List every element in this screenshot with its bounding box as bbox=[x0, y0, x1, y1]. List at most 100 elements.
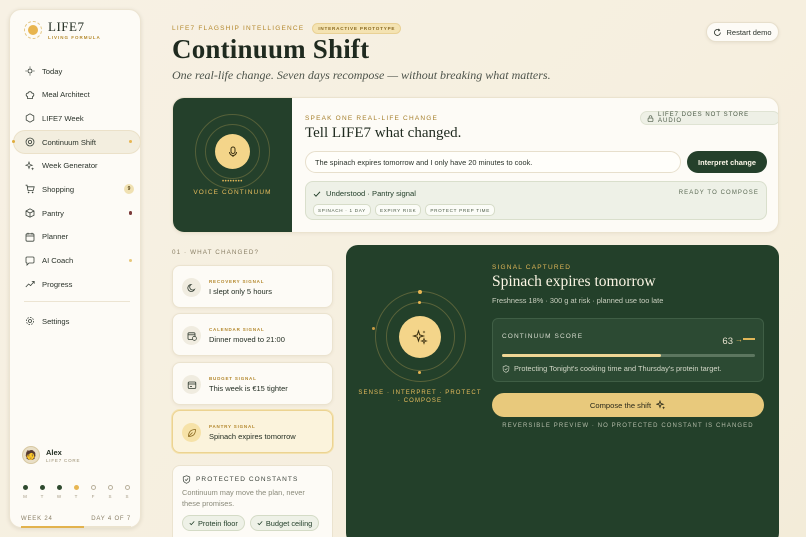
day-of-week: DAY 4 OF 7 bbox=[91, 516, 131, 522]
gear-icon bbox=[25, 316, 35, 326]
sidebar-item-label: AI Coach bbox=[42, 256, 74, 265]
constants-heading: PROTECTED CONSTANTS bbox=[182, 475, 298, 484]
signal-card-budget[interactable]: BUDGET SIGNAL This week is €15 tighter bbox=[172, 362, 333, 405]
sidebar-item-today[interactable]: Today bbox=[14, 60, 140, 82]
voice-continuum-label: VOICE CONTINUUM bbox=[193, 189, 272, 196]
no-audio-text: LIFE7 DOES NOT STORE AUDIO bbox=[658, 112, 750, 124]
score-value: 63 bbox=[722, 336, 733, 347]
signal-value: This week is €15 tighter bbox=[209, 384, 288, 393]
captured-eyebrow: SIGNAL CAPTURED bbox=[492, 264, 572, 271]
sidebar-item-label: Shopping bbox=[42, 184, 75, 194]
week-day-mon: M bbox=[20, 485, 30, 499]
signal-card-calendar[interactable]: CALENDAR SIGNAL Dinner moved to 21:00 bbox=[172, 313, 333, 356]
restart-demo-button[interactable]: Restart demo bbox=[706, 22, 779, 42]
sparkles-icon bbox=[25, 160, 35, 171]
refresh-icon bbox=[713, 28, 722, 37]
sidebar-item-label: Pantry bbox=[42, 208, 64, 218]
signal-card-recovery[interactable]: RECOVERY SIGNAL I slept only 5 hours bbox=[172, 265, 333, 308]
sidebar-item-meal-architect[interactable]: Meal Architect bbox=[14, 84, 140, 106]
week-day-wed: W bbox=[54, 485, 64, 499]
understood-text: Understood · Pantry signal bbox=[326, 189, 416, 198]
voice-continuum-panel: •••••••• VOICE CONTINUUM bbox=[173, 98, 292, 232]
eyebrow-text: LIFE7 FLAGSHIP INTELLIGENCE bbox=[172, 25, 305, 32]
score-label: CONTINUUM SCORE bbox=[502, 333, 584, 340]
compose-shift-button[interactable]: Compose the shift bbox=[492, 393, 764, 417]
moon-icon bbox=[182, 278, 201, 297]
brand-name: LIFE7 bbox=[48, 19, 85, 34]
chip-budget-ceiling[interactable]: Budget ceiling bbox=[249, 515, 320, 531]
voice-level-dots: •••••••• bbox=[222, 179, 243, 185]
sidebar-item-ai-coach[interactable]: AI Coach bbox=[14, 250, 140, 272]
sidebar-item-pantry[interactable]: Pantry bbox=[14, 202, 140, 224]
sidebar-item-planner[interactable]: Planner bbox=[14, 226, 140, 248]
chip-protein-floor[interactable]: Protein floor bbox=[182, 515, 245, 531]
chip-label: Protein floor bbox=[198, 518, 238, 528]
sidebar-item-label: Today bbox=[42, 66, 63, 76]
protecting-line: Protecting Tonight's cooking time and Th… bbox=[502, 364, 722, 373]
week-progress-bar bbox=[21, 526, 131, 528]
header-eyebrow: LIFE7 FLAGSHIP INTELLIGENCE INTERACTIVE … bbox=[172, 23, 402, 34]
sparkles-icon bbox=[656, 400, 666, 410]
sidebar-item-settings[interactable]: Settings bbox=[14, 310, 140, 332]
no-audio-badge: LIFE7 DOES NOT STORE AUDIO bbox=[640, 111, 778, 125]
cart-icon bbox=[25, 184, 35, 194]
orbit-dot bbox=[418, 371, 421, 374]
prototype-badge: INTERACTIVE PROTOTYPE bbox=[312, 23, 402, 34]
sidebar-item-label: Settings bbox=[42, 316, 70, 326]
box-icon bbox=[25, 208, 35, 218]
brand[interactable]: LIFE7 LIVING FORMULA bbox=[24, 20, 101, 40]
sidebar-item-life7-week[interactable]: LIFE7 Week bbox=[14, 107, 140, 129]
hexagon-icon bbox=[25, 113, 35, 124]
process-steps: SENSE · INTERPRET · PROTECT · COMPOSE bbox=[358, 390, 482, 404]
sidebar-item-label: Planner bbox=[42, 232, 69, 242]
week-day-sat: S bbox=[105, 485, 115, 499]
sidebar-item-progress[interactable]: Progress bbox=[14, 273, 140, 295]
speak-change-panel: SPEAK ONE REAL-LIFE CHANGE Tell LIFE7 wh… bbox=[292, 98, 778, 232]
leaf-icon bbox=[182, 423, 201, 442]
sidebar-item-label: Progress bbox=[42, 279, 73, 289]
wallet-icon bbox=[182, 375, 201, 394]
user-profile[interactable]: 🧑 Alex LIFE7 CORE bbox=[22, 446, 80, 464]
microphone-icon bbox=[227, 146, 239, 158]
signal-tags: SPINACH · 1 DAY EXPIRY RISK PROTECT PREP… bbox=[313, 204, 495, 216]
ready-status: READY TO COMPOSE bbox=[678, 190, 759, 196]
reversible-note: REVERSIBLE PREVIEW · NO PROTECTED CONSTA… bbox=[502, 423, 754, 429]
week-day-sun: S bbox=[122, 485, 132, 499]
sidebar-item-shopping[interactable]: Shopping 9 bbox=[14, 178, 140, 200]
sparkle-orb bbox=[399, 316, 441, 358]
interpret-change-button[interactable]: Interpret change bbox=[687, 151, 767, 173]
signal-kind: CALENDAR SIGNAL bbox=[209, 327, 265, 332]
check-icon bbox=[313, 190, 321, 198]
signal-value: Dinner moved to 21:00 bbox=[209, 335, 285, 344]
active-indicator-dot bbox=[129, 140, 132, 144]
constants-title: PROTECTED CONSTANTS bbox=[196, 476, 299, 483]
week-day-fri: F bbox=[88, 485, 98, 499]
chip-label: Budget ceiling bbox=[265, 518, 313, 528]
page-title: Continuum Shift bbox=[172, 34, 370, 64]
sidebar-item-week-generator[interactable]: Week Generator bbox=[14, 155, 140, 177]
tag: EXPIRY RISK bbox=[374, 204, 422, 216]
week-day-tue: T bbox=[37, 485, 47, 499]
score-target-marker bbox=[743, 338, 755, 340]
score-progress-bar bbox=[502, 354, 755, 357]
calendar-icon bbox=[25, 232, 35, 242]
chef-hat-icon bbox=[25, 90, 35, 100]
sidebar-item-label: Week Generator bbox=[42, 161, 98, 171]
trend-up-icon bbox=[25, 279, 35, 289]
signal-value: I slept only 5 hours bbox=[209, 287, 272, 296]
week-footer: WEEK 24 DAY 4 OF 7 bbox=[21, 516, 131, 522]
what-changed-label: 01 · WHAT CHANGED? bbox=[172, 249, 260, 256]
orbit-dot bbox=[418, 301, 421, 304]
signal-card-pantry[interactable]: PANTRY SIGNAL Spinach expires tomorrow bbox=[172, 410, 333, 453]
speak-title: Tell LIFE7 what changed. bbox=[305, 125, 462, 141]
change-input[interactable]: The spinach expires tomorrow and I only … bbox=[305, 151, 681, 173]
restart-label: Restart demo bbox=[726, 27, 772, 37]
interpretation-result: Understood · Pantry signal READY TO COMP… bbox=[305, 181, 767, 220]
sidebar-item-continuum-shift[interactable]: Continuum Shift bbox=[12, 131, 140, 154]
tag: PROTECT PREP TIME bbox=[425, 204, 495, 216]
constant-chips: Protein floor Budget ceiling bbox=[182, 515, 320, 531]
orbit-dot bbox=[372, 327, 375, 330]
tag: SPINACH · 1 DAY bbox=[313, 204, 371, 216]
week-day-indicators: M T W T F S S bbox=[20, 485, 132, 499]
microphone-button[interactable] bbox=[215, 134, 250, 169]
